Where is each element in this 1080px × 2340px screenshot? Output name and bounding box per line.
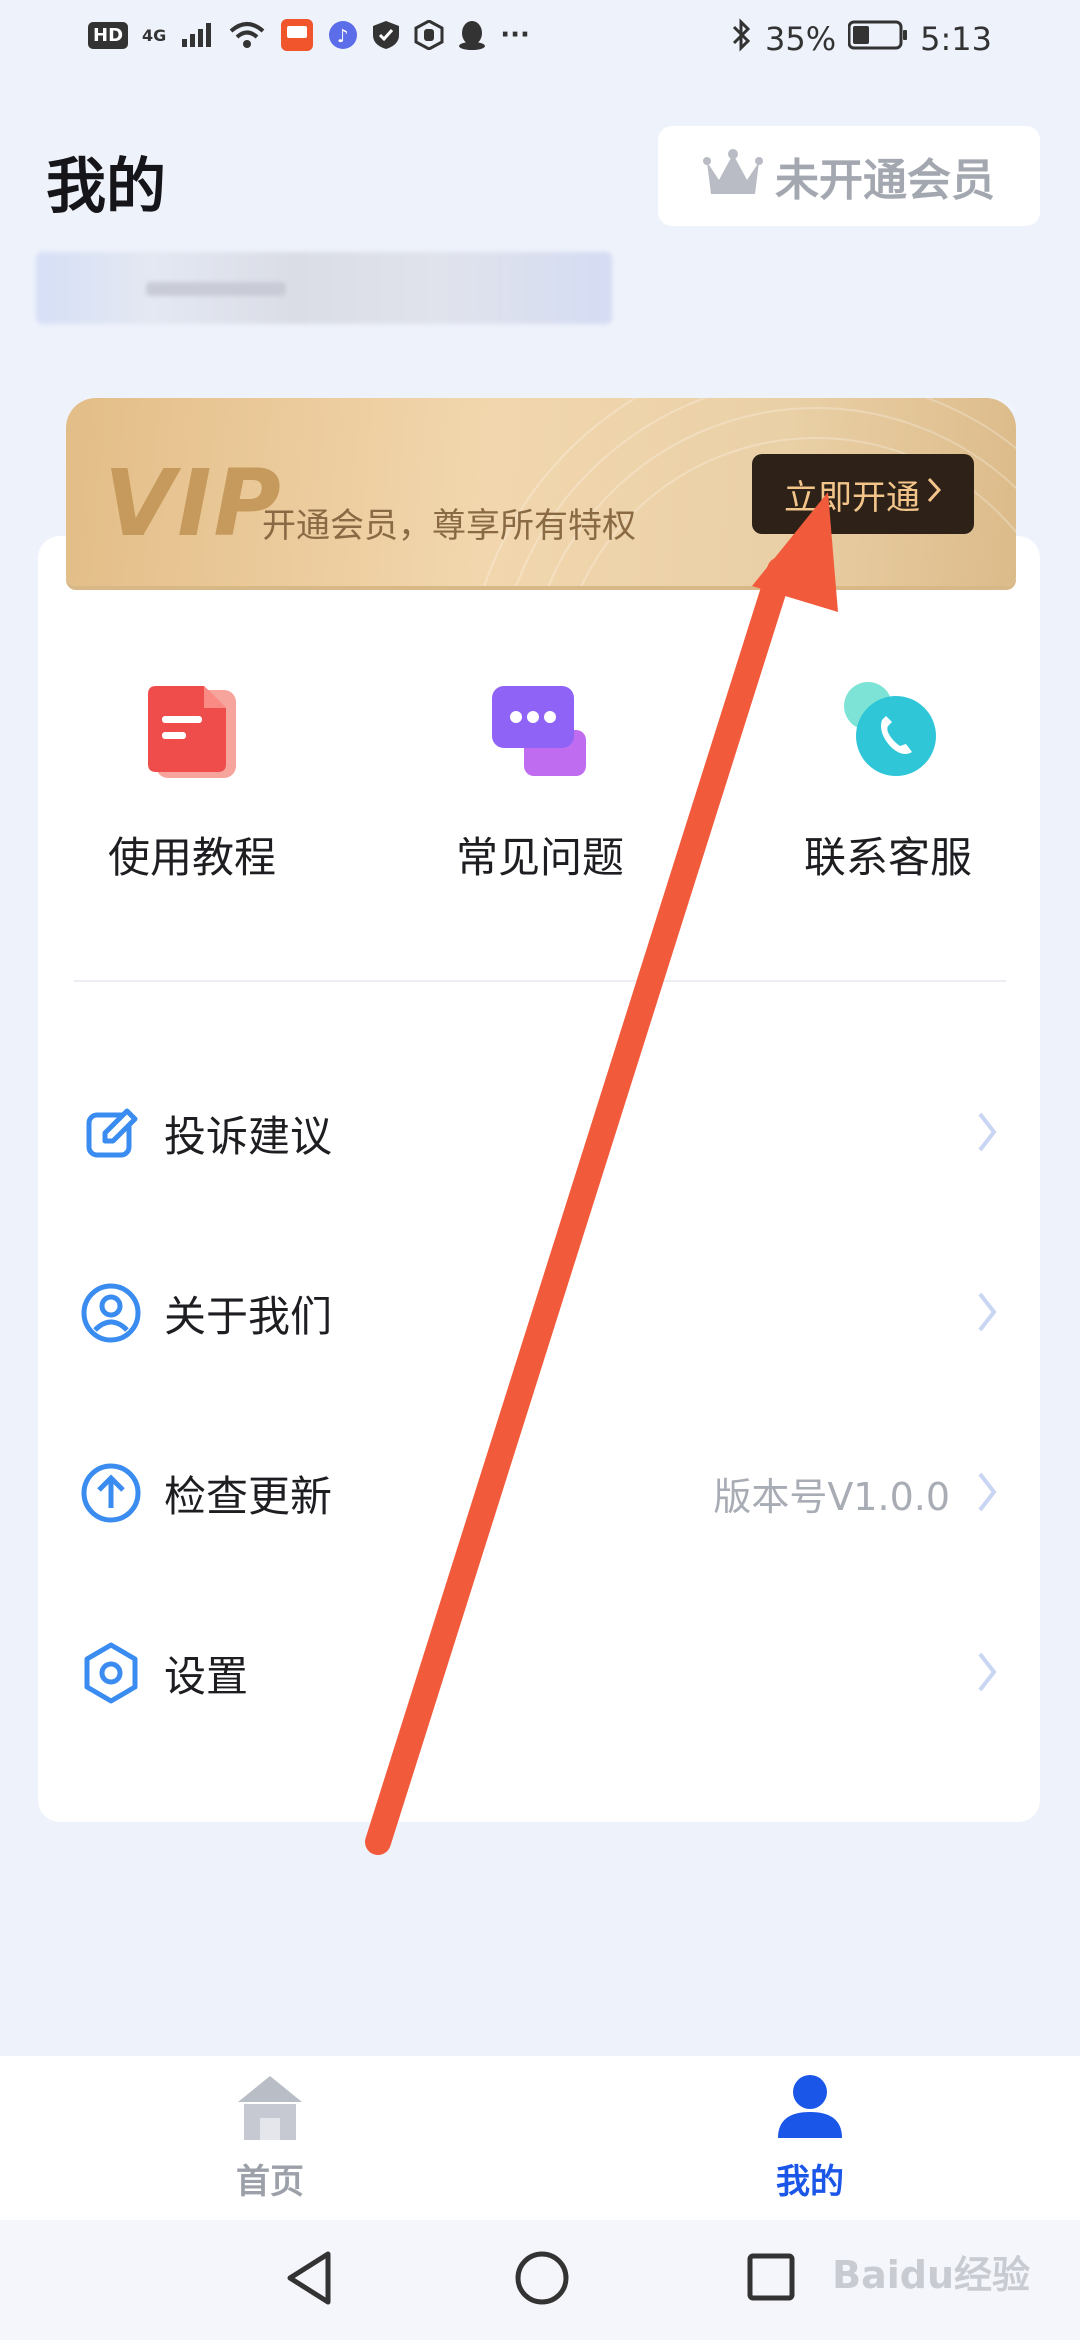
crown-icon	[703, 148, 763, 204]
clock: 5:13	[920, 20, 992, 58]
section-divider	[74, 980, 1006, 982]
phone-icon	[838, 680, 938, 780]
recents-icon[interactable]	[746, 2252, 796, 2306]
menu-item-about[interactable]: 关于我们	[78, 1258, 998, 1368]
signal-icon	[180, 21, 214, 49]
quick-action-label: 联系客服	[803, 833, 972, 882]
nav-mine[interactable]: 我的	[710, 2072, 910, 2203]
more-icon: ···	[500, 20, 530, 50]
menu-item-feedback[interactable]: 投诉建议	[78, 1078, 998, 1188]
member-status-label: 未开通会员	[775, 155, 995, 206]
quick-action-support[interactable]: 联系客服	[758, 680, 1018, 885]
wifi-icon	[228, 20, 266, 50]
menu-item-label: 关于我们	[164, 1291, 333, 1341]
status-bar: HD 4G ♪ ··· 35% 5:13	[0, 0, 1080, 80]
menu-item-label: 投诉建议	[164, 1111, 333, 1161]
version-label: 版本号V1.0.0	[713, 1474, 950, 1519]
page-title: 我的	[46, 152, 166, 222]
battery-percent: 35%	[765, 20, 837, 58]
home-circle-icon[interactable]	[514, 2250, 570, 2310]
upload-icon	[78, 1460, 144, 1526]
menu-item-check-update[interactable]: 检查更新 版本号V1.0.0	[78, 1438, 998, 1548]
open-vip-label: 立即开通	[784, 477, 920, 518]
battery-icon	[847, 20, 908, 58]
quick-action-faq[interactable]: 常见问题	[410, 680, 670, 885]
bottom-nav: 首页 我的	[0, 2056, 1080, 2220]
watermark: Baidu经验	[832, 2253, 1030, 2297]
chevron-right-icon	[976, 1110, 998, 1158]
user-icon	[710, 2072, 910, 2146]
shield-icon	[372, 20, 400, 50]
home-icon	[170, 2072, 370, 2146]
svg-text:♪: ♪	[337, 26, 349, 47]
hd-icon: HD	[88, 21, 129, 49]
nav-home[interactable]: 首页	[170, 2072, 370, 2203]
open-vip-button[interactable]: 立即开通	[752, 454, 974, 534]
blurred-username	[36, 252, 612, 324]
user-circle-icon	[78, 1280, 144, 1346]
nav-mine-label: 我的	[776, 2162, 844, 2202]
chevron-right-icon	[976, 1290, 998, 1338]
document-icon	[142, 680, 242, 780]
vip-description: 开通会员，尊享所有特权	[262, 506, 636, 546]
network-type: 4G	[142, 25, 167, 45]
app-notification-icon	[280, 18, 314, 52]
chevron-right-icon	[976, 1650, 998, 1698]
quick-action-label: 常见问题	[455, 833, 624, 882]
back-icon[interactable]	[284, 2250, 334, 2310]
qq-icon	[458, 19, 486, 51]
menu-item-label: 设置	[164, 1651, 249, 1701]
hand-icon	[414, 20, 444, 50]
nav-home-label: 首页	[236, 2162, 304, 2202]
chat-icon	[490, 680, 590, 780]
quick-action-label: 使用教程	[107, 833, 276, 882]
menu-item-label: 检查更新	[164, 1471, 333, 1521]
music-icon: ♪	[328, 20, 358, 50]
member-status-button[interactable]: 未开通会员	[658, 126, 1040, 226]
chevron-right-icon	[926, 474, 942, 514]
bluetooth-icon	[731, 18, 753, 60]
edit-icon	[78, 1100, 144, 1166]
chevron-right-icon	[976, 1470, 998, 1518]
menu-item-settings[interactable]: 设置	[78, 1618, 998, 1728]
gear-icon	[78, 1640, 144, 1706]
vip-badge: VIP	[104, 450, 283, 557]
quick-action-tutorial[interactable]: 使用教程	[62, 680, 322, 885]
